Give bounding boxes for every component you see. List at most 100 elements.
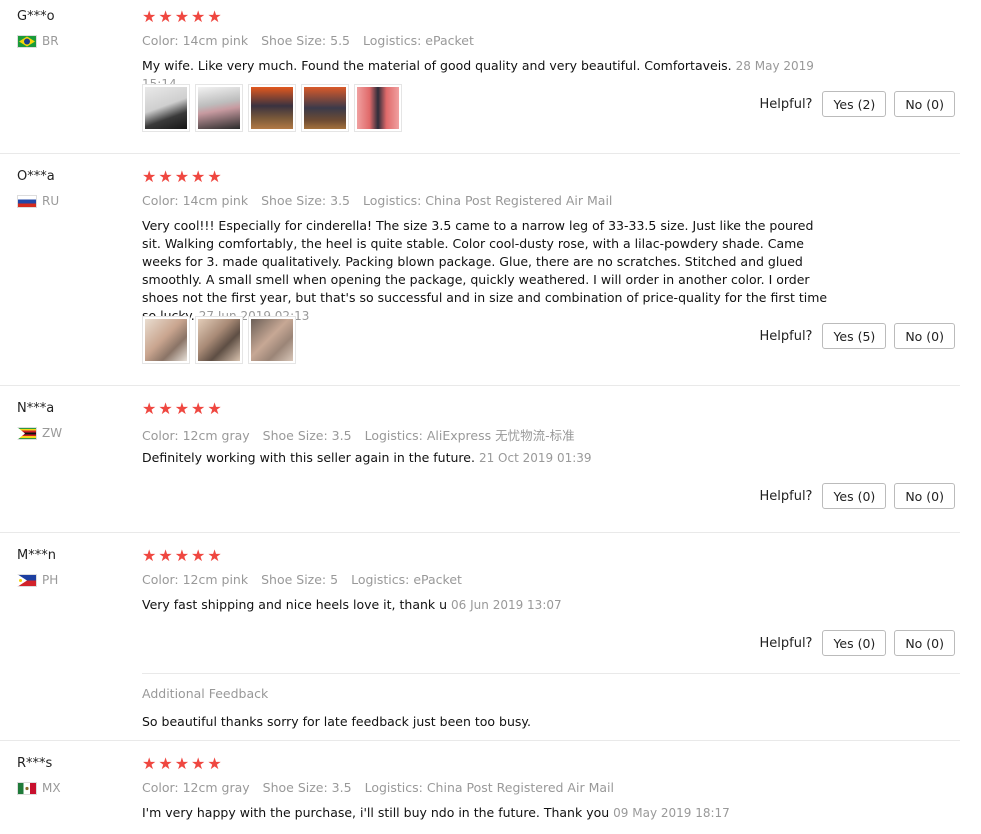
country-code: ZW: [42, 426, 63, 440]
star-rating: ★ ★ ★ ★ ★: [142, 169, 222, 185]
star-icon: ★: [191, 399, 206, 418]
review-photos: [142, 316, 296, 364]
reviewer-country: PH: [17, 573, 58, 587]
star-icon: ★: [174, 546, 190, 565]
review-body: Very fast shipping and nice heels love i…: [142, 597, 448, 612]
review-photo[interactable]: [301, 84, 349, 132]
country-code: PH: [42, 573, 59, 587]
helpful-vote: Helpful? Yes (0) No (0): [759, 483, 955, 509]
reviewer-country: ZW: [17, 426, 62, 440]
reviewer-country: MX: [17, 781, 61, 795]
star-rating: ★ ★ ★ ★ ★: [142, 9, 222, 25]
star-icon: ★: [207, 7, 222, 26]
star-icon: ★: [158, 546, 173, 565]
review-divider: [0, 385, 960, 386]
review-body: Very cool!!! Especially for cinderella! …: [142, 218, 828, 323]
review-divider: [0, 532, 960, 533]
order-info: Color: 14cm pink Shoe Size: 3.5 Logistics:…: [142, 193, 612, 208]
star-icon: ★: [174, 399, 190, 418]
zimbabwe-flag-icon: [17, 426, 37, 440]
shoe-size: Shoe Size: 3.5: [261, 193, 351, 208]
logistics: Logistics: AliExpress 无忧物流-标准: [364, 428, 575, 443]
helpful-yes-button[interactable]: Yes (2): [822, 91, 887, 117]
star-icon: ★: [191, 7, 206, 26]
star-icon: ★: [158, 167, 173, 186]
helpful-label: Helpful?: [759, 488, 813, 504]
review-photos: [142, 84, 402, 132]
reviewer-country: BR: [17, 34, 59, 48]
review-date: 21 Oct 2019 01:39: [478, 451, 592, 465]
helpful-no-button[interactable]: No (0): [894, 323, 955, 349]
star-icon: ★: [142, 754, 157, 773]
helpful-label: Helpful?: [759, 96, 813, 112]
color-option: Color: 12cm gray: [142, 428, 250, 443]
review-text: Very cool!!! Especially for cinderella! …: [142, 217, 832, 325]
helpful-no-button[interactable]: No (0): [894, 483, 955, 509]
review-date: 09 May 2019 18:17: [613, 806, 730, 820]
philippines-flag-icon: [17, 573, 37, 587]
star-icon: ★: [142, 167, 157, 186]
logistics: Logistics: China Post Registered Air Mai…: [363, 193, 613, 208]
shoe-size: Shoe Size: 3.5: [262, 780, 352, 795]
helpful-vote: Helpful? Yes (2) No (0): [759, 91, 955, 117]
star-icon: ★: [207, 399, 222, 418]
review-text: I'm very happy with the purchase, i'll s…: [142, 804, 832, 822]
shoe-size: Shoe Size: 5.5: [261, 33, 351, 48]
reviewer-name: M***n: [17, 548, 56, 563]
logistics: Logistics: ePacket: [351, 572, 462, 587]
brazil-flag-icon: [17, 34, 37, 48]
review-date: 06 Jun 2019 13:07: [451, 598, 562, 612]
logistics: Logistics: China Post Registered Air Mai…: [364, 780, 614, 795]
color-option: Color: 12cm gray: [142, 780, 250, 795]
order-info: Color: 12cm gray Shoe Size: 3.5 Logistics:…: [142, 780, 614, 795]
helpful-yes-button[interactable]: Yes (0): [822, 630, 887, 656]
country-code: RU: [42, 194, 60, 208]
star-icon: ★: [174, 7, 190, 26]
star-icon: ★: [191, 754, 206, 773]
helpful-label: Helpful?: [759, 328, 813, 344]
reviewer-country: RU: [17, 194, 59, 208]
reviewer-name: R***s: [17, 756, 53, 771]
review-photo[interactable]: [142, 84, 190, 132]
star-icon: ★: [158, 754, 173, 773]
review-photo[interactable]: [354, 84, 402, 132]
color-option: Color: 12cm pink: [142, 572, 249, 587]
review-text: Definitely working with this seller agai…: [142, 449, 832, 467]
review-photo[interactable]: [142, 316, 190, 364]
order-info: Color: 14cm pink Shoe Size: 5.5 Logistics:…: [142, 33, 474, 48]
review-body: Definitely working with this seller agai…: [142, 450, 475, 465]
review-photo[interactable]: [248, 316, 296, 364]
color-option: Color: 14cm pink: [142, 33, 249, 48]
mexico-flag-icon: [17, 781, 37, 795]
order-info: Color: 12cm gray Shoe Size: 3.5 Logistics:…: [142, 425, 575, 444]
review-text: Very fast shipping and nice heels love i…: [142, 596, 832, 614]
star-icon: ★: [142, 7, 157, 26]
additional-feedback-divider: [142, 673, 960, 674]
star-icon: ★: [158, 7, 173, 26]
helpful-label: Helpful?: [759, 635, 813, 651]
review-body: I'm very happy with the purchase, i'll s…: [142, 805, 610, 820]
review-photo[interactable]: [195, 84, 243, 132]
star-icon: ★: [174, 167, 190, 186]
star-icon: ★: [158, 399, 173, 418]
star-rating: ★ ★ ★ ★ ★: [142, 548, 222, 564]
star-icon: ★: [174, 754, 190, 773]
review-body: My wife. Like very much. Found the mater…: [142, 58, 732, 73]
reviewer-name: G***o: [17, 9, 55, 24]
star-rating: ★ ★ ★ ★ ★: [142, 401, 222, 417]
country-code: BR: [42, 34, 59, 48]
review-photo[interactable]: [195, 316, 243, 364]
shoe-size: Shoe Size: 5: [261, 572, 339, 587]
star-icon: ★: [142, 546, 157, 565]
logistics: Logistics: ePacket: [363, 33, 474, 48]
star-icon: ★: [191, 167, 206, 186]
helpful-yes-button[interactable]: Yes (5): [822, 323, 887, 349]
helpful-yes-button[interactable]: Yes (0): [822, 483, 887, 509]
helpful-no-button[interactable]: No (0): [894, 630, 955, 656]
helpful-vote: Helpful? Yes (5) No (0): [759, 323, 955, 349]
helpful-vote: Helpful? Yes (0) No (0): [759, 630, 955, 656]
review-photo[interactable]: [248, 84, 296, 132]
helpful-no-button[interactable]: No (0): [894, 91, 955, 117]
review-divider: [0, 153, 960, 154]
reviewer-name: O***a: [17, 169, 55, 184]
